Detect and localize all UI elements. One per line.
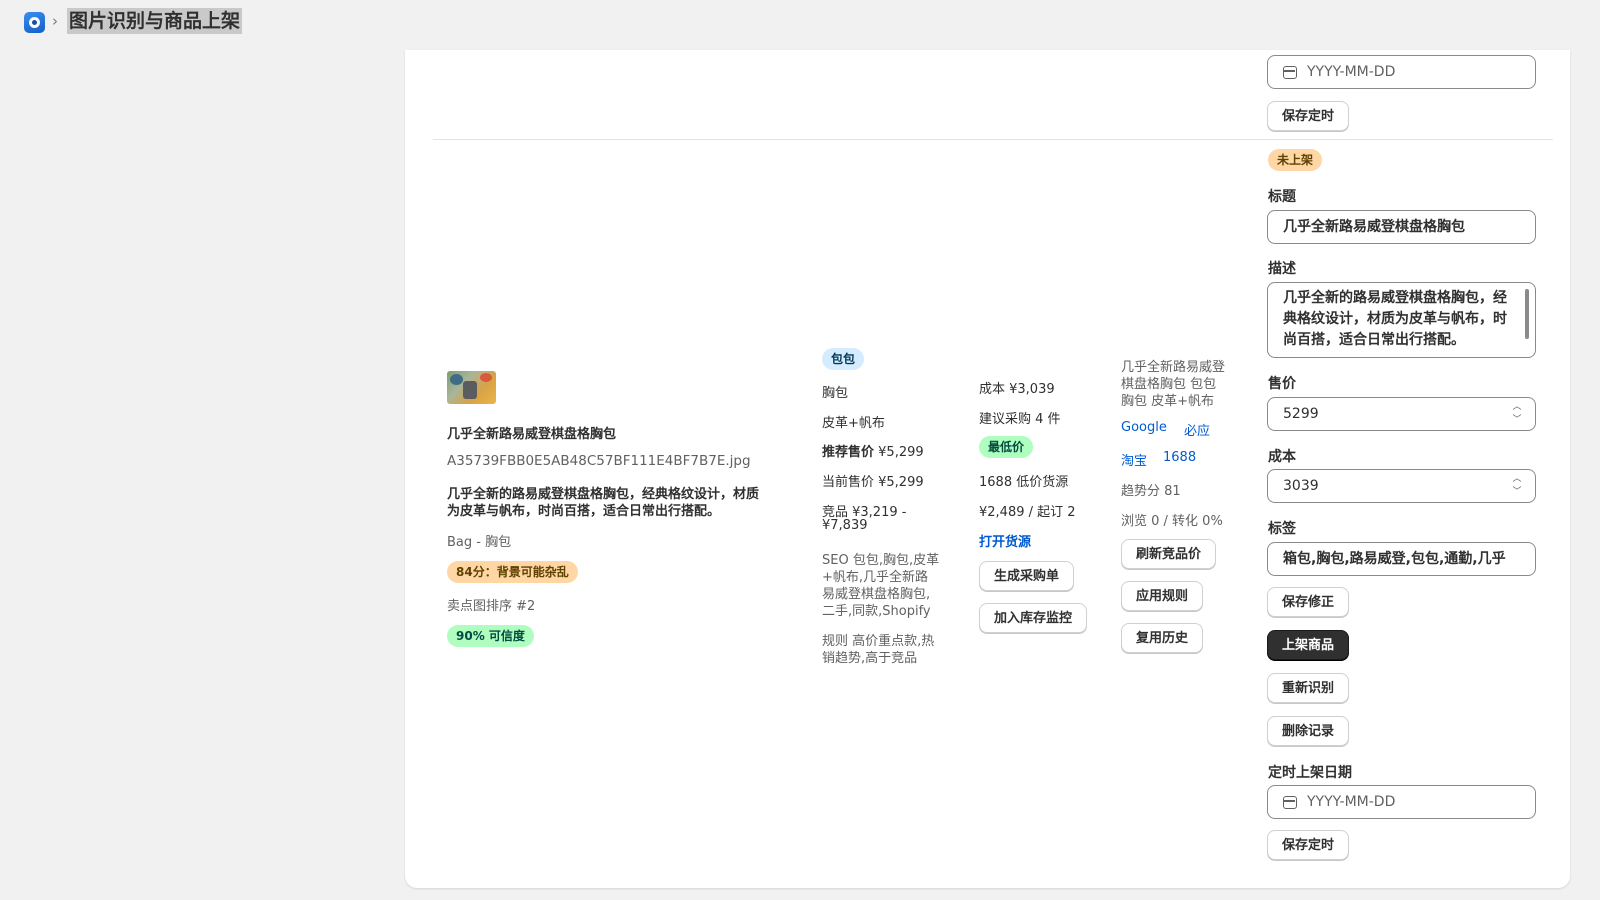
reuse-history-button[interactable]: 复用历史	[1121, 623, 1204, 653]
rule-line: 销趋势,高于竞品	[822, 651, 918, 666]
product-filename: A35739FBB0E5AB48C57BF111E4BF7B7E.jpg	[447, 453, 751, 469]
views-conversion: 浏览 0 / 转化 0%	[1121, 514, 1223, 529]
schedule-date-label: 定时上架日期	[1268, 765, 1352, 781]
top-bar: › 图片识别与商品上架	[0, 0, 1600, 50]
apply-rule-button[interactable]: 应用规则	[1121, 581, 1204, 611]
search-link-taobao[interactable]: 淘宝	[1121, 450, 1147, 469]
open-source-link[interactable]: 打开货源	[979, 531, 1031, 550]
tags-input[interactable]: 箱包,胸包,路易威登,包包,通勤,几乎	[1267, 542, 1536, 576]
date-placeholder: YYYY-MM-DD	[1307, 64, 1396, 80]
refresh-competitor-price-button[interactable]: 刷新竞品价	[1121, 539, 1217, 569]
source-1688-text: 1688 低价货源	[979, 475, 1069, 490]
keyword-line: 胸包 皮革+帆布	[1121, 394, 1215, 409]
row-divider	[433, 139, 1553, 140]
prev-schedule-date-input[interactable]: YYYY-MM-DD	[1267, 55, 1536, 89]
add-inventory-monitor-button[interactable]: 加入库存监控	[979, 603, 1088, 633]
title-input[interactable]: 几乎全新路易威登棋盘格胸包	[1267, 210, 1536, 244]
selling-image-order: 卖点图排序 #2	[447, 599, 536, 614]
prev-save-schedule-button[interactable]: 保存定时	[1267, 101, 1350, 131]
description-textarea[interactable]: 几乎全新的路易威登棋盘格胸包，经典格纹设计，材质为皮革与帆布，时尚百搭，适合日常…	[1267, 282, 1536, 358]
description-text: 几乎全新的路易威登棋盘格胸包，经典格纹设计，材质为皮革与帆布，时尚百搭，适合日常…	[1283, 290, 1507, 348]
chevron-up-down-icon[interactable]: ︿ ﹀	[1507, 401, 1527, 427]
product-name: 几乎全新路易威登棋盘格胸包	[447, 427, 617, 442]
cost-text: 成本 ¥3,039	[979, 382, 1055, 397]
cost-value: 3039	[1283, 478, 1319, 494]
suggest-purchase-text: 建议采购 4 件	[979, 412, 1061, 427]
title-label: 标题	[1268, 189, 1296, 205]
lowest-price-badge: 最低价	[979, 436, 1034, 458]
price-moq-text: ¥2,489 / 起订 2	[979, 505, 1076, 520]
seo-line: 二手,同款,Shopify	[822, 604, 931, 619]
search-link-google[interactable]: Google	[1121, 420, 1167, 435]
listing-status-badge: 未上架	[1268, 149, 1323, 171]
cost-label: 成本	[1268, 449, 1296, 465]
calendar-icon	[1283, 66, 1297, 79]
textarea-scrollbar[interactable]	[1525, 289, 1529, 339]
chevron-up-down-icon[interactable]: ︿ ﹀	[1507, 473, 1527, 499]
search-link-1688[interactable]: 1688	[1163, 450, 1196, 465]
breadcrumb-separator: ›	[52, 12, 58, 30]
product-category-path: Bag - 胸包	[447, 535, 512, 550]
cost-input[interactable]: 3039 ︿ ﹀	[1267, 469, 1536, 503]
product-type: 胸包	[822, 386, 849, 401]
tags-label: 标签	[1268, 521, 1296, 537]
reidentify-button[interactable]: 重新识别	[1267, 673, 1350, 703]
price-input[interactable]: 5299 ︿ ﹀	[1267, 397, 1536, 431]
trend-score: 趋势分 81	[1121, 484, 1181, 499]
category-tag-badge: 包包	[822, 348, 865, 370]
page-title: 图片识别与商品上架	[67, 8, 243, 34]
recommended-price: 推荐售价 ¥5,299	[822, 445, 924, 460]
delete-record-button[interactable]: 删除记录	[1267, 716, 1350, 746]
product-material: 皮革+帆布	[822, 416, 885, 431]
publish-product-button[interactable]: 上架商品	[1267, 630, 1350, 660]
confidence-badge: 90% 可信度	[447, 625, 534, 647]
schedule-date-input[interactable]: YYYY-MM-DD	[1267, 785, 1536, 819]
search-link-bing[interactable]: 必应	[1184, 420, 1210, 439]
price-label: 售价	[1268, 376, 1296, 392]
competitor-price-line: ¥7,839	[822, 518, 868, 533]
price-value: 5299	[1283, 406, 1319, 422]
current-price: 当前售价 ¥5,299	[822, 475, 924, 490]
calendar-icon	[1283, 796, 1297, 809]
save-edit-button[interactable]: 保存修正	[1267, 587, 1350, 617]
app-logo-icon[interactable]	[24, 12, 45, 33]
product-description-line: 为皮革与帆布，时尚百搭，适合日常出行搭配。	[447, 504, 721, 519]
date-placeholder: YYYY-MM-DD	[1307, 794, 1396, 810]
description-label: 描述	[1268, 261, 1296, 277]
save-schedule-button[interactable]: 保存定时	[1267, 830, 1350, 860]
product-thumbnail[interactable]	[447, 371, 496, 404]
quality-score-badge: 84分：背景可能杂乱	[447, 561, 578, 583]
generate-purchase-order-button[interactable]: 生成采购单	[979, 561, 1075, 591]
